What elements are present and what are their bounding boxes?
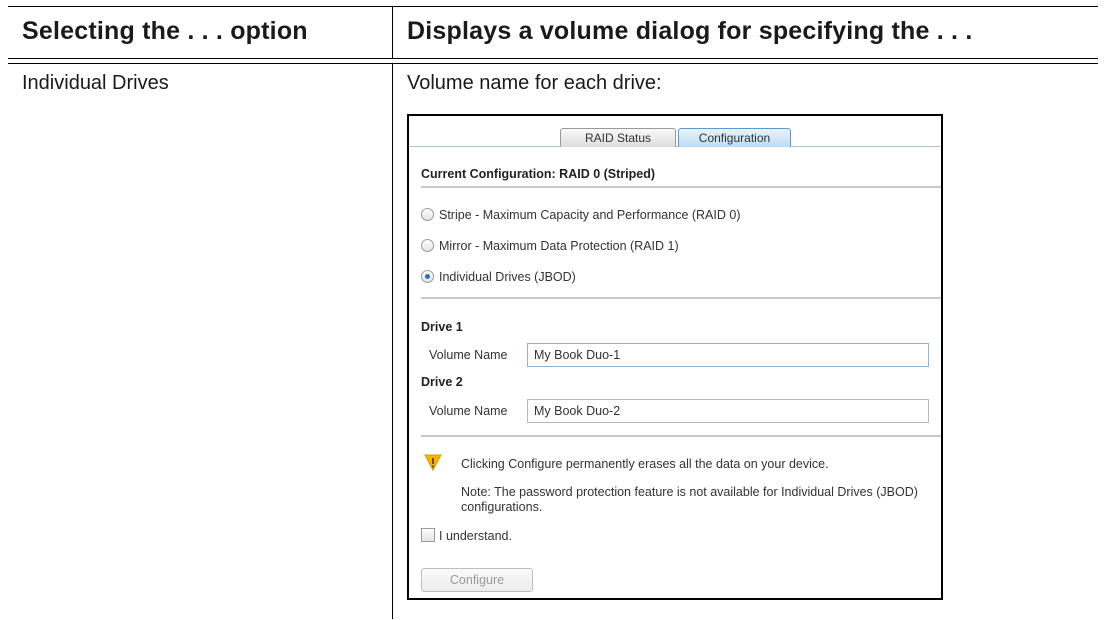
- understand-label: I understand.: [439, 529, 512, 543]
- header-bottom-rule: [8, 58, 1098, 59]
- cell-description: Volume name for each drive:: [407, 72, 662, 94]
- volume-name-input-2[interactable]: [527, 399, 929, 423]
- radio-button[interactable]: [421, 208, 434, 221]
- column-header-option: Selecting the . . . option: [22, 17, 308, 45]
- warning-icon: [424, 454, 442, 472]
- column-divider: [392, 6, 393, 58]
- option-table: Selecting the . . . option Displays a vo…: [0, 0, 1106, 620]
- volume-name-label-1: Volume Name: [429, 348, 508, 362]
- volume-dialog-screenshot: RAID Status Configuration Current Config…: [407, 114, 943, 600]
- cell-option: Individual Drives: [22, 72, 169, 94]
- configure-button[interactable]: Configure: [421, 568, 533, 592]
- radio-label: Stripe - Maximum Capacity and Performanc…: [439, 208, 741, 222]
- warning-message: Clicking Configure permanently erases al…: [461, 457, 829, 471]
- tab-configuration[interactable]: Configuration: [678, 128, 791, 147]
- radio-label: Individual Drives (JBOD): [439, 270, 576, 284]
- table-top-rule: [8, 6, 1098, 7]
- radio-option-individual-drives[interactable]: Individual Drives (JBOD): [421, 269, 576, 285]
- current-configuration: Current Configuration: RAID 0 (Striped): [421, 167, 656, 181]
- divider: [421, 297, 941, 299]
- divider: [421, 435, 941, 437]
- understand-checkbox-row[interactable]: I understand.: [421, 528, 512, 544]
- drive-1-heading: Drive 1: [421, 320, 463, 334]
- column-divider-body: [392, 63, 393, 619]
- header-bottom-rule-2: [8, 63, 1098, 64]
- radio-button-selected[interactable]: [421, 270, 434, 283]
- divider: [421, 186, 941, 188]
- radio-option-mirror[interactable]: Mirror - Maximum Data Protection (RAID 1…: [421, 238, 679, 254]
- drive-2-heading: Drive 2: [421, 375, 463, 389]
- volume-name-label-2: Volume Name: [429, 404, 508, 418]
- volume-name-input-1[interactable]: [527, 343, 929, 367]
- understand-checkbox[interactable]: [421, 528, 435, 542]
- column-header-description: Displays a volume dialog for specifying …: [407, 17, 973, 45]
- tab-raid-status[interactable]: RAID Status: [560, 128, 676, 147]
- radio-label: Mirror - Maximum Data Protection (RAID 1…: [439, 239, 679, 253]
- note-message: Note: The password protection feature is…: [461, 485, 918, 514]
- radio-button[interactable]: [421, 239, 434, 252]
- radio-option-stripe[interactable]: Stripe - Maximum Capacity and Performanc…: [421, 207, 740, 223]
